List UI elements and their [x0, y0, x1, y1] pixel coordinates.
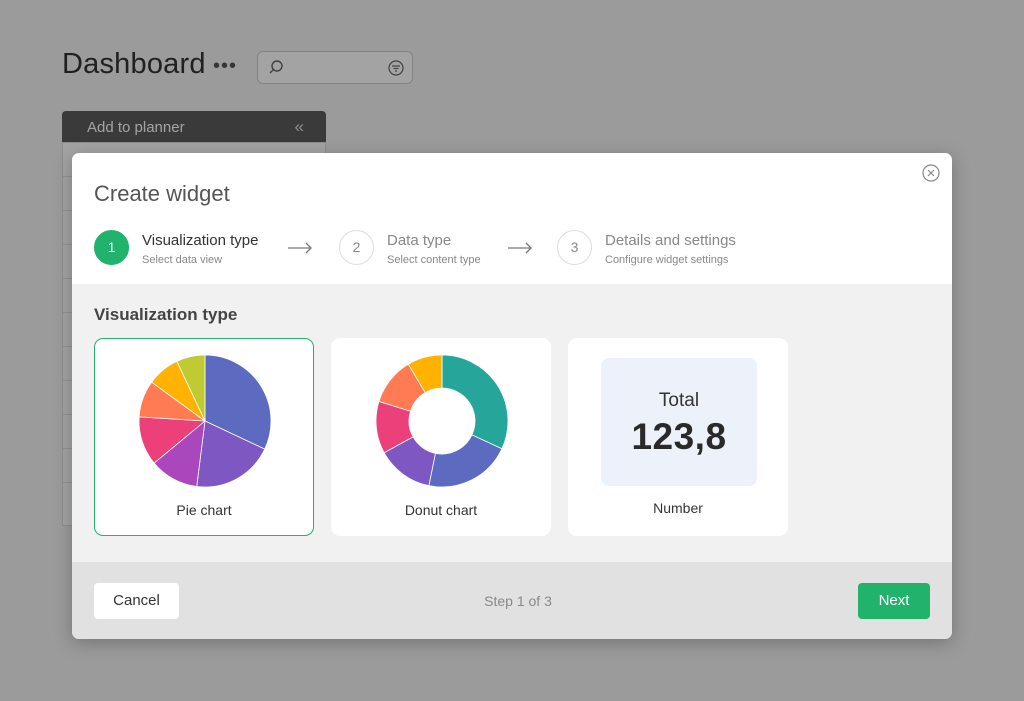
- step-title: Details and settings: [605, 232, 736, 249]
- arrow-right-icon: [288, 242, 312, 254]
- dialog-title: Create widget: [94, 181, 230, 206]
- step-subtitle: Select content type: [387, 254, 481, 266]
- step-title: Visualization type: [142, 232, 259, 249]
- dialog-footer: Cancel Step 1 of 3 Next: [72, 562, 952, 639]
- step-subtitle: Configure widget settings: [605, 254, 729, 266]
- number-preview-value: 123,8: [631, 416, 727, 457]
- option-label: Donut chart: [404, 502, 478, 518]
- close-icon[interactable]: [922, 164, 940, 182]
- step-number: 2: [339, 230, 374, 265]
- create-widget-dialog: Create widget 1 Visualization type Selec…: [72, 153, 952, 639]
- stepper: 1 Visualization type Select data view 2 …: [94, 230, 914, 266]
- option-label: Number: [653, 500, 703, 516]
- section-title: Visualization type: [94, 305, 238, 324]
- step-subtitle: Select data view: [142, 254, 223, 266]
- step-title: Data type: [387, 232, 452, 249]
- pie-chart-option[interactable]: Pie chart: [94, 338, 314, 536]
- donut-chart-option[interactable]: Donut chart: [331, 338, 551, 536]
- number-option[interactable]: Total 123,8 Number: [568, 338, 788, 536]
- option-label: Pie chart: [176, 502, 232, 518]
- number-preview-label: Total: [658, 390, 700, 411]
- number-preview: Total 123,8: [601, 358, 757, 486]
- arrow-right-icon: [508, 242, 532, 254]
- step-indicator: Step 1 of 3: [484, 593, 552, 609]
- dialog-body: Visualization type Pie chart Donut chart…: [72, 284, 952, 562]
- pie-chart-icon: [138, 354, 272, 488]
- step-number: 3: [557, 230, 592, 265]
- step-number: 1: [94, 230, 129, 265]
- next-button[interactable]: Next: [858, 583, 930, 619]
- donut-chart-icon: [375, 354, 509, 488]
- donut-slice-0: [441, 354, 509, 450]
